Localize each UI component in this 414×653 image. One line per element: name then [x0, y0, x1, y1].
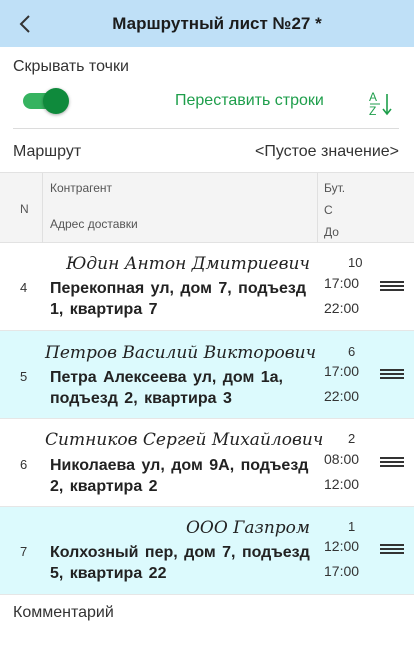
back-button[interactable] — [10, 9, 40, 39]
chevron-left-icon — [19, 15, 30, 33]
time-from: 17:00 — [324, 363, 360, 379]
column-header-n: N — [20, 202, 29, 216]
bottle-count: 6 — [348, 344, 356, 359]
column-divider — [42, 173, 43, 243]
title-bar: Маршрутный лист №27 * — [0, 0, 414, 47]
table-row[interactable]: Юдин Антон Дмитриевич 4 Перекопная ул, д… — [0, 243, 414, 331]
delivery-address: Петра Алексеева ул, дом 1а, подъезд 2, к… — [50, 369, 283, 407]
drag-handle-icon[interactable] — [380, 457, 404, 469]
sort-icon-letter-a: А — [369, 90, 377, 104]
delivery-address: Николаева ул, дом 9А, подъезд 2, квартир… — [50, 457, 309, 495]
page-title: Маршрутный лист №27 * — [112, 14, 322, 33]
column-divider — [317, 173, 318, 243]
column-header-bottles: Бут. — [324, 181, 346, 195]
bottle-count: 2 — [348, 431, 356, 446]
table-header: N Контрагент Адрес доставки Бут. С До — [0, 172, 414, 243]
time-from: 12:00 — [324, 538, 360, 554]
route-value[interactable]: <Пустое значение> — [255, 143, 399, 161]
drag-handle-icon[interactable] — [380, 281, 404, 293]
bottle-count: 1 — [348, 519, 356, 534]
column-header-address: Адрес доставки — [50, 217, 138, 231]
table-row[interactable]: ООО Газпром 7 Колхозный пер, дом 7, подъ… — [0, 507, 414, 595]
table-row[interactable]: Ситников Сергей Михайлович 6 Николаева у… — [0, 419, 414, 507]
drag-handle-icon[interactable] — [380, 544, 404, 556]
row-number: 4 — [20, 280, 28, 295]
time-from: 17:00 — [324, 275, 360, 291]
rearrange-rows-button[interactable]: Переставить строки — [175, 92, 324, 110]
time-from: 08:00 — [324, 451, 360, 467]
time-to: 17:00 — [324, 563, 360, 579]
row-number: 7 — [20, 544, 28, 559]
comment-label: Комментарий — [13, 604, 114, 621]
column-header-from: С — [324, 203, 333, 217]
drag-handle-icon[interactable] — [380, 369, 404, 381]
row-number: 5 — [20, 369, 28, 384]
column-header-counterparty: Контрагент — [50, 181, 113, 195]
sort-icon-letter-z: Z — [369, 104, 376, 117]
hide-points-toggle[interactable] — [21, 88, 71, 114]
delivery-address: Колхозный пер, дом 7, подъезд 5, квартир… — [50, 544, 310, 582]
time-to: 12:00 — [324, 476, 360, 492]
bottle-count: 10 — [348, 255, 363, 270]
counterparty-name: Петров Василий Викторович — [45, 343, 317, 363]
table-row[interactable]: Петров Василий Викторович 5 Петра Алексе… — [0, 331, 414, 419]
time-to: 22:00 — [324, 300, 360, 316]
toggle-thumb — [43, 88, 69, 114]
counterparty-name: Юдин Антон Дмитриевич — [66, 254, 310, 274]
route-label: Маршрут — [13, 143, 82, 160]
sort-alpha-az-icon[interactable]: А Z — [367, 89, 393, 117]
delivery-address: Перекопная ул, дом 7, подъезд 1, квартир… — [50, 280, 307, 318]
counterparty-name: ООО Газпром — [185, 518, 310, 538]
time-to: 22:00 — [324, 388, 360, 404]
divider — [13, 128, 399, 129]
row-number: 6 — [20, 457, 28, 472]
counterparty-name: Ситников Сергей Михайлович — [45, 430, 324, 450]
column-header-to: До — [324, 225, 339, 239]
hide-points-label: Скрывать точки — [13, 58, 129, 75]
